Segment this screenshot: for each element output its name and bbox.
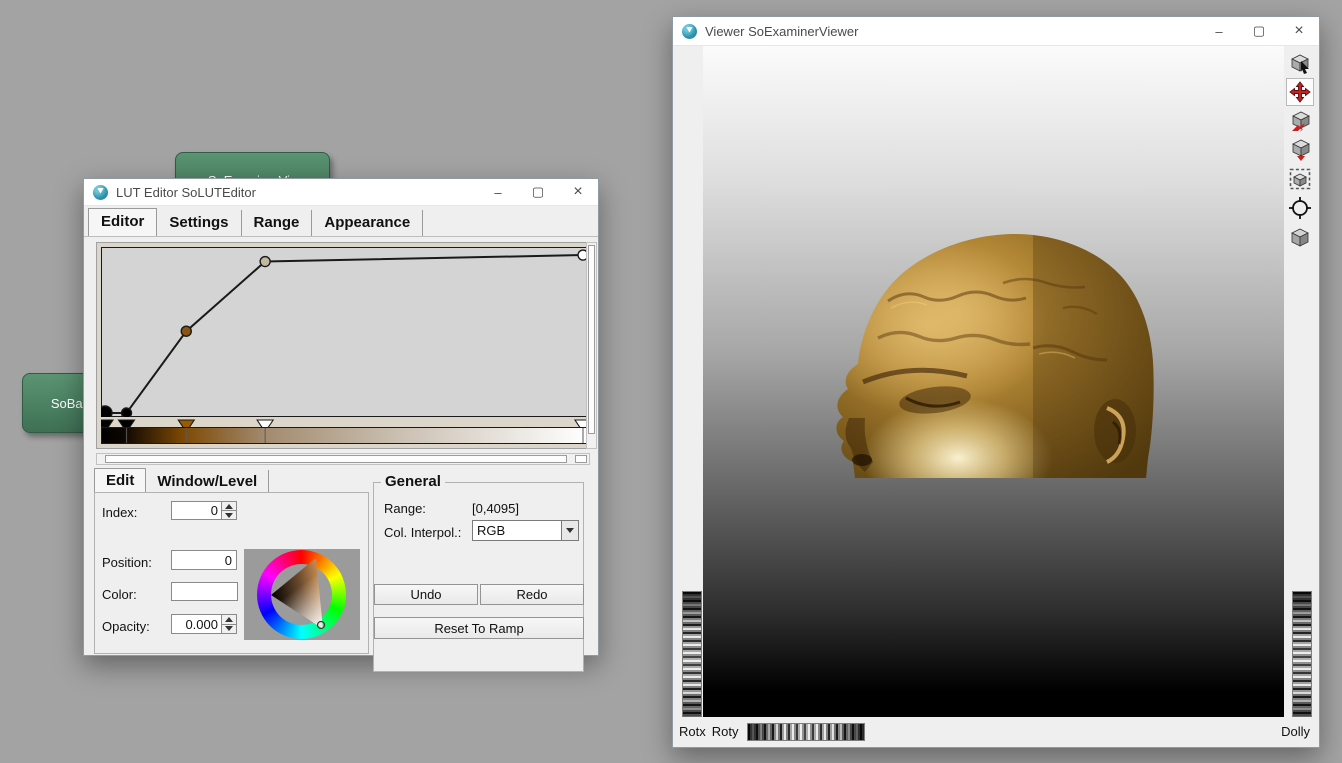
minimize-button[interactable]: – xyxy=(478,179,518,205)
lut-window-title: LUT Editor SoLUTEditor xyxy=(116,185,256,200)
undo-button[interactable]: Undo xyxy=(374,584,478,605)
curve-horizontal-scrollbar[interactable] xyxy=(96,453,590,465)
sv-triangle[interactable] xyxy=(244,549,360,640)
dolly-label: Dolly xyxy=(1281,724,1310,739)
rotx-label: Rotx xyxy=(679,724,706,739)
range-value: [0,4095] xyxy=(472,501,519,516)
maximize-button[interactable]: ▢ xyxy=(1239,17,1279,45)
index-label: Index: xyxy=(102,505,137,520)
index-stepper[interactable]: 0 xyxy=(171,501,237,520)
close-button[interactable]: × xyxy=(1279,17,1319,45)
lut-titlebar[interactable]: LUT Editor SoLUTEditor – ▢ × xyxy=(84,179,598,206)
general-group-title: General xyxy=(381,473,445,490)
color-swatch[interactable] xyxy=(171,582,238,601)
minimize-button[interactable]: – xyxy=(1199,17,1239,45)
color-label: Color: xyxy=(102,587,137,602)
viewer-bottom-bar: Rotx Roty Dolly xyxy=(674,717,1318,746)
tab-window-level[interactable]: Window/Level xyxy=(146,470,269,494)
curve-vertical-scrollbar[interactable] xyxy=(586,242,597,449)
index-value[interactable]: 0 xyxy=(172,502,221,519)
lut-gradient-bar xyxy=(101,427,587,444)
spin-down-icon[interactable] xyxy=(222,510,236,519)
spin-up-icon[interactable] xyxy=(222,615,236,624)
app-logo-icon xyxy=(93,185,108,200)
position-field[interactable]: 0 xyxy=(171,550,237,570)
color-wheel[interactable] xyxy=(244,549,360,640)
roty-label: Roty xyxy=(712,724,739,739)
redo-button[interactable]: Redo xyxy=(480,584,584,605)
scrollbar-thumb[interactable] xyxy=(588,245,595,434)
spin-up-icon[interactable] xyxy=(222,502,236,510)
dolly-thumbwheel[interactable] xyxy=(1292,591,1312,728)
examiner-viewer-window: Viewer SoExaminerViewer – ▢ × xyxy=(672,16,1320,748)
lut-curve-plot[interactable] xyxy=(101,247,587,417)
pick-mode-icon[interactable] xyxy=(1286,49,1314,77)
tab-editor[interactable]: Editor xyxy=(88,208,157,237)
viewer-window-title: Viewer SoExaminerViewer xyxy=(705,24,858,39)
rotx-thumbwheel[interactable] xyxy=(747,723,865,741)
scrollbar-thumb[interactable] xyxy=(105,455,567,463)
lut-editor-window: LUT Editor SoLUTEditor – ▢ × Editor Sett… xyxy=(83,178,599,656)
tab-edit[interactable]: Edit xyxy=(94,468,146,495)
lut-editor-page: Edit Window/Level Index: 0 Position: 0 C… xyxy=(84,236,598,655)
scrollbar-end-cap[interactable] xyxy=(575,455,587,463)
lut-curve-editor[interactable] xyxy=(96,242,590,449)
interpolation-value: RGB xyxy=(473,523,561,538)
seek-icon[interactable] xyxy=(1286,194,1314,222)
maximize-button[interactable]: ▢ xyxy=(518,179,558,205)
opacity-label: Opacity: xyxy=(102,619,150,634)
tab-range[interactable]: Range xyxy=(242,210,313,236)
spin-down-icon[interactable] xyxy=(222,624,236,634)
edit-tab-bar: Edit Window/Level xyxy=(94,468,269,494)
rendered-head xyxy=(703,46,1284,719)
reset-to-ramp-button[interactable]: Reset To Ramp xyxy=(374,617,584,639)
range-label: Range: xyxy=(384,501,426,516)
tab-appearance[interactable]: Appearance xyxy=(312,210,423,236)
interpolation-dropdown[interactable]: RGB xyxy=(472,520,579,541)
opacity-stepper[interactable]: 0.000 xyxy=(171,614,237,634)
viewport-3d[interactable] xyxy=(703,46,1284,719)
roty-thumbwheel[interactable] xyxy=(682,591,702,728)
camera-type-icon[interactable] xyxy=(1286,223,1314,251)
close-button[interactable]: × xyxy=(558,179,598,205)
view-all-icon[interactable] xyxy=(1286,165,1314,193)
chevron-down-icon[interactable] xyxy=(561,521,578,540)
position-label: Position: xyxy=(102,555,152,570)
tab-settings[interactable]: Settings xyxy=(157,210,241,236)
viewer-titlebar[interactable]: Viewer SoExaminerViewer – ▢ × xyxy=(673,17,1319,46)
opacity-value[interactable]: 0.000 xyxy=(172,615,221,633)
lut-tab-bar: Editor Settings Range Appearance xyxy=(84,206,598,236)
home-icon[interactable] xyxy=(1286,107,1314,135)
view-mode-icon[interactable] xyxy=(1286,78,1314,106)
interpol-label: Col. Interpol.: xyxy=(384,525,461,540)
set-home-icon[interactable] xyxy=(1286,136,1314,164)
viewer-toolbar xyxy=(1284,49,1316,252)
app-logo-icon xyxy=(682,24,697,39)
